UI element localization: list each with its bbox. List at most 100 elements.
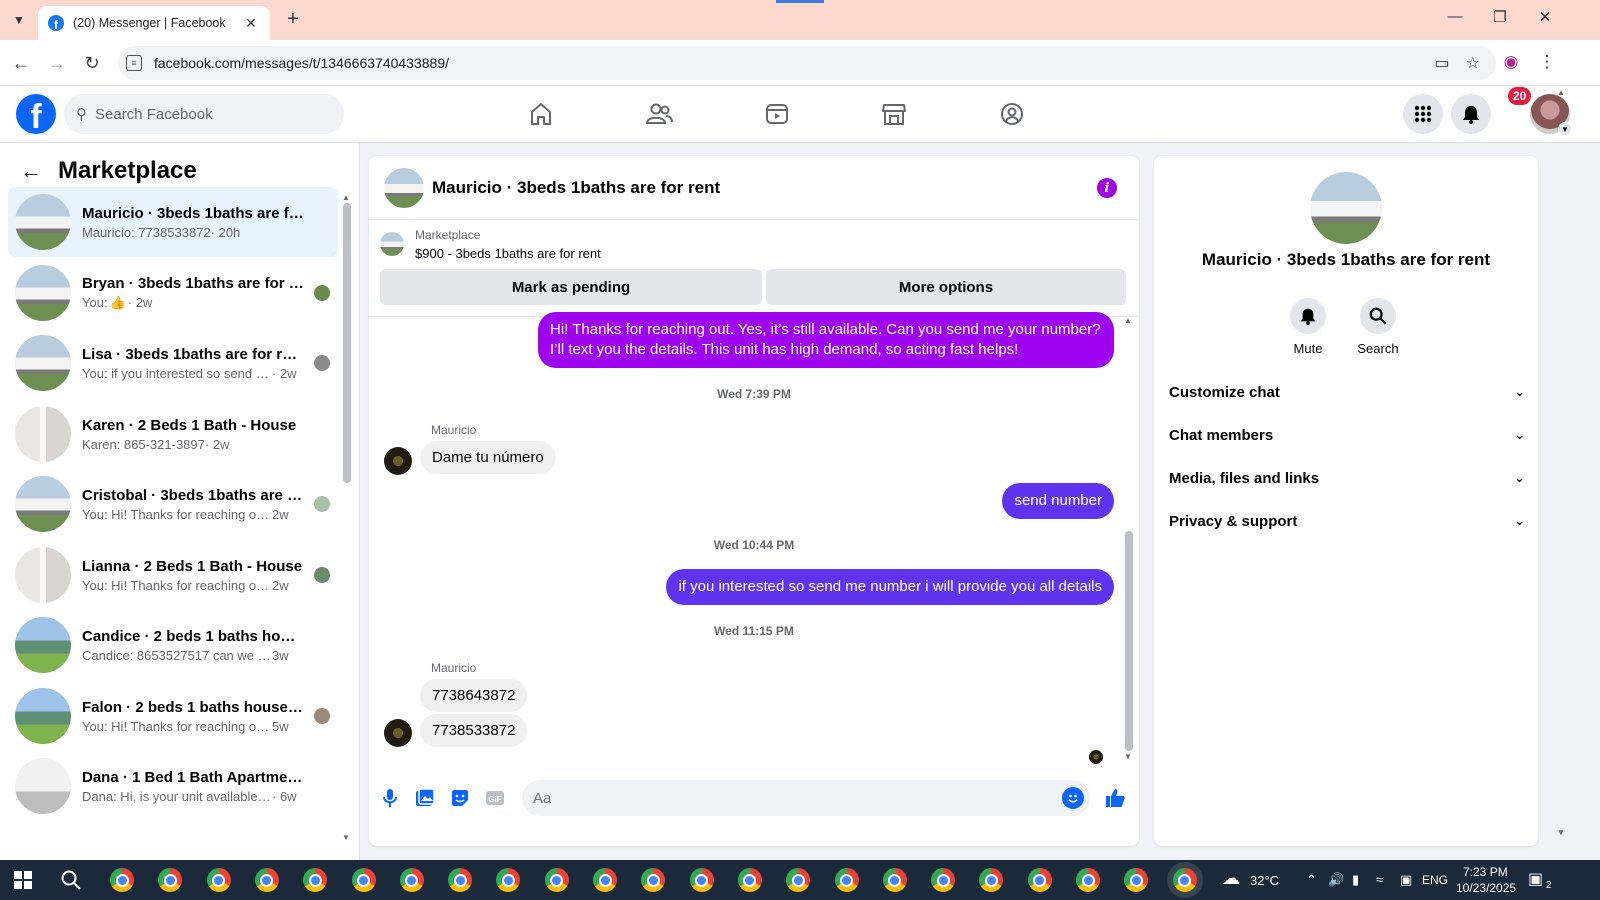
facebook-search-box[interactable]: ⚲ xyxy=(64,94,344,134)
chrome-taskbar-icon[interactable] xyxy=(448,868,473,892)
chrome-taskbar-icon[interactable] xyxy=(1124,868,1149,892)
more-options-button[interactable]: More options xyxy=(766,269,1126,305)
sidebar-scrollbar[interactable]: ▲ ▼ xyxy=(342,193,352,843)
sender-avatar[interactable] xyxy=(384,719,412,747)
forward-arrow-icon[interactable]: → xyxy=(46,52,68,74)
chrome-taskbar-icon[interactable] xyxy=(110,868,134,892)
scroll-up-arrow-icon[interactable]: ▲ xyxy=(1557,88,1565,97)
reload-icon[interactable]: ↻ xyxy=(81,52,103,74)
network-icon[interactable]: ▣ xyxy=(1400,872,1412,888)
chrome-taskbar-icon[interactable] xyxy=(834,868,859,892)
chrome-taskbar-icon[interactable] xyxy=(399,868,424,892)
message-input[interactable] xyxy=(533,789,1033,807)
language-indicator[interactable]: ENG xyxy=(1422,873,1448,887)
minimize-icon[interactable]: — xyxy=(1441,8,1469,25)
chrome-taskbar-icon[interactable] xyxy=(737,868,762,892)
browser-tab-messenger[interactable]: f (20) Messenger | Facebook ✕ xyxy=(38,6,270,40)
profile-icon[interactable]: ◉ xyxy=(1500,52,1522,72)
scrollbar-thumb[interactable] xyxy=(1125,531,1133,751)
mark-as-pending-button[interactable]: Mark as pending xyxy=(380,269,762,305)
chrome-taskbar-icon[interactable] xyxy=(351,868,376,892)
customize-chat-row[interactable]: Customize chat ⌄ xyxy=(1169,372,1525,412)
chrome-taskbar-icon[interactable] xyxy=(979,868,1004,892)
omnibox[interactable]: ≡ facebook.com/messages/t/13466637404338… xyxy=(118,46,1496,80)
conversation-item[interactable]: Lisa · 3beds 1baths are for rent You: if … xyxy=(8,328,338,398)
search-in-chat-button[interactable]: Search xyxy=(1348,298,1408,356)
conversation-item[interactable]: Candice · 2 beds 1 baths house /... Candi… xyxy=(8,610,338,680)
privacy-support-row[interactable]: Privacy & support ⌄ xyxy=(1169,501,1525,541)
chrome-taskbar-icon[interactable] xyxy=(641,868,666,892)
page-scrollbar[interactable]: ▲ ▼ xyxy=(1556,86,1566,850)
facebook-search-input[interactable] xyxy=(95,105,315,123)
outgoing-message[interactable]: Hi! Thanks for reaching out. Yes, it’s s… xyxy=(538,312,1114,368)
chrome-taskbar-icon[interactable] xyxy=(593,868,617,892)
scroll-down-arrow-icon[interactable]: ▼ xyxy=(342,833,350,842)
taskbar-search-icon[interactable] xyxy=(60,869,82,891)
home-nav-icon[interactable] xyxy=(521,96,561,132)
conversation-item[interactable]: Dana · 1 Bed 1 Bath Apartment/c... Dana: … xyxy=(8,751,338,821)
chrome-taskbar-icon[interactable] xyxy=(1076,868,1100,892)
windows-start-icon[interactable] xyxy=(14,871,32,889)
tab-close-icon[interactable]: ✕ xyxy=(242,15,260,32)
chrome-taskbar-icon[interactable] xyxy=(254,868,279,892)
mute-button[interactable]: Mute xyxy=(1278,298,1338,356)
clock-date[interactable]: 10/23/2025 xyxy=(1456,881,1516,895)
listing-info[interactable]: Marketplace $900 - 3beds 1baths are for … xyxy=(380,228,601,261)
microphone-icon[interactable] xyxy=(378,786,402,810)
incoming-message[interactable]: 7738643872 xyxy=(420,679,528,712)
outgoing-message[interactable]: if you interested so send me number i wi… xyxy=(666,569,1114,605)
chrome-taskbar-icon[interactable] xyxy=(496,868,521,892)
chrome-taskbar-icon[interactable] xyxy=(1027,868,1052,892)
notifications-bell-icon[interactable] xyxy=(1451,94,1491,134)
chrome-taskbar-icon[interactable] xyxy=(303,868,328,892)
show-hidden-icons-chevron-icon[interactable]: ⌃ xyxy=(1306,872,1317,888)
friends-nav-icon[interactable] xyxy=(639,96,679,132)
conversation-item[interactable]: Mauricio · 3beds 1baths are for r... Maur… xyxy=(8,187,338,257)
conversation-item[interactable]: Falon · 2 beds 1 baths house / ... You: H… xyxy=(8,681,338,751)
scrollbar-thumb[interactable] xyxy=(343,203,351,483)
chrome-taskbar-icon[interactable] xyxy=(158,868,183,892)
notification-center-icon[interactable]: ▣ xyxy=(1528,869,1543,889)
chat-thumbnail[interactable] xyxy=(384,167,424,208)
install-app-icon[interactable]: ▭ xyxy=(1435,53,1450,73)
scroll-up-arrow-icon[interactable]: ▲ xyxy=(342,193,350,202)
conversation-item[interactable]: Bryan · 3beds 1baths are for r... You: 👍 … xyxy=(8,258,338,328)
chat-scrollbar[interactable]: ▲ ▼ xyxy=(1124,316,1134,768)
clock-time[interactable]: 7:23 PM xyxy=(1463,865,1508,879)
chrome-taskbar-icon[interactable] xyxy=(1172,868,1197,892)
gif-icon[interactable]: GIF xyxy=(483,786,507,810)
message-input-box[interactable] xyxy=(522,780,1090,816)
window-close-icon[interactable]: ✕ xyxy=(1531,8,1559,26)
url-text[interactable]: facebook.com/messages/t/1346663740433889… xyxy=(154,55,1435,71)
emoji-icon[interactable] xyxy=(1062,787,1084,809)
back-arrow-icon[interactable]: ← xyxy=(10,52,32,74)
chat-title[interactable]: Mauricio · 3beds 1baths are for rent xyxy=(432,178,720,198)
chrome-taskbar-icon[interactable] xyxy=(689,868,714,892)
scroll-down-arrow-icon[interactable]: ▼ xyxy=(1557,828,1565,837)
chrome-taskbar-icon[interactable] xyxy=(931,868,956,892)
like-thumbs-up-icon[interactable] xyxy=(1103,786,1127,810)
incoming-message[interactable]: 7738533872 xyxy=(420,714,528,747)
volume-icon[interactable]: 🔊 xyxy=(1328,872,1344,888)
scroll-up-arrow-icon[interactable]: ▲ xyxy=(1124,316,1132,325)
battery-icon[interactable]: ▮ xyxy=(1352,872,1359,888)
info-icon[interactable]: i xyxy=(1097,178,1117,198)
media-files-links-row[interactable]: Media, files and links ⌄ xyxy=(1169,458,1525,498)
video-nav-icon[interactable] xyxy=(757,96,797,132)
chrome-taskbar-icon[interactable] xyxy=(206,868,231,892)
gaming-nav-icon[interactable] xyxy=(992,96,1032,132)
browser-menu-icon[interactable]: ⋮ xyxy=(1536,52,1558,72)
chrome-taskbar-icon[interactable] xyxy=(786,868,811,892)
sender-avatar[interactable] xyxy=(384,447,412,475)
wifi-icon[interactable]: ≈ xyxy=(1376,872,1383,887)
chat-members-row[interactable]: Chat members ⌄ xyxy=(1169,415,1525,455)
photo-icon[interactable] xyxy=(413,786,437,810)
incoming-message[interactable]: Dame tu número xyxy=(420,441,556,474)
listing-profile-image[interactable] xyxy=(1310,172,1382,244)
marketplace-nav-icon[interactable] xyxy=(874,96,914,132)
sticker-icon[interactable] xyxy=(448,786,472,810)
weather-icon[interactable]: ☁ xyxy=(1222,868,1240,889)
site-info-icon[interactable]: ≡ xyxy=(126,55,142,71)
conversation-item[interactable]: Karen · 2 Beds 1 Bath - House Karen: 865-… xyxy=(8,399,338,469)
scroll-down-arrow-icon[interactable]: ▼ xyxy=(1124,752,1132,761)
